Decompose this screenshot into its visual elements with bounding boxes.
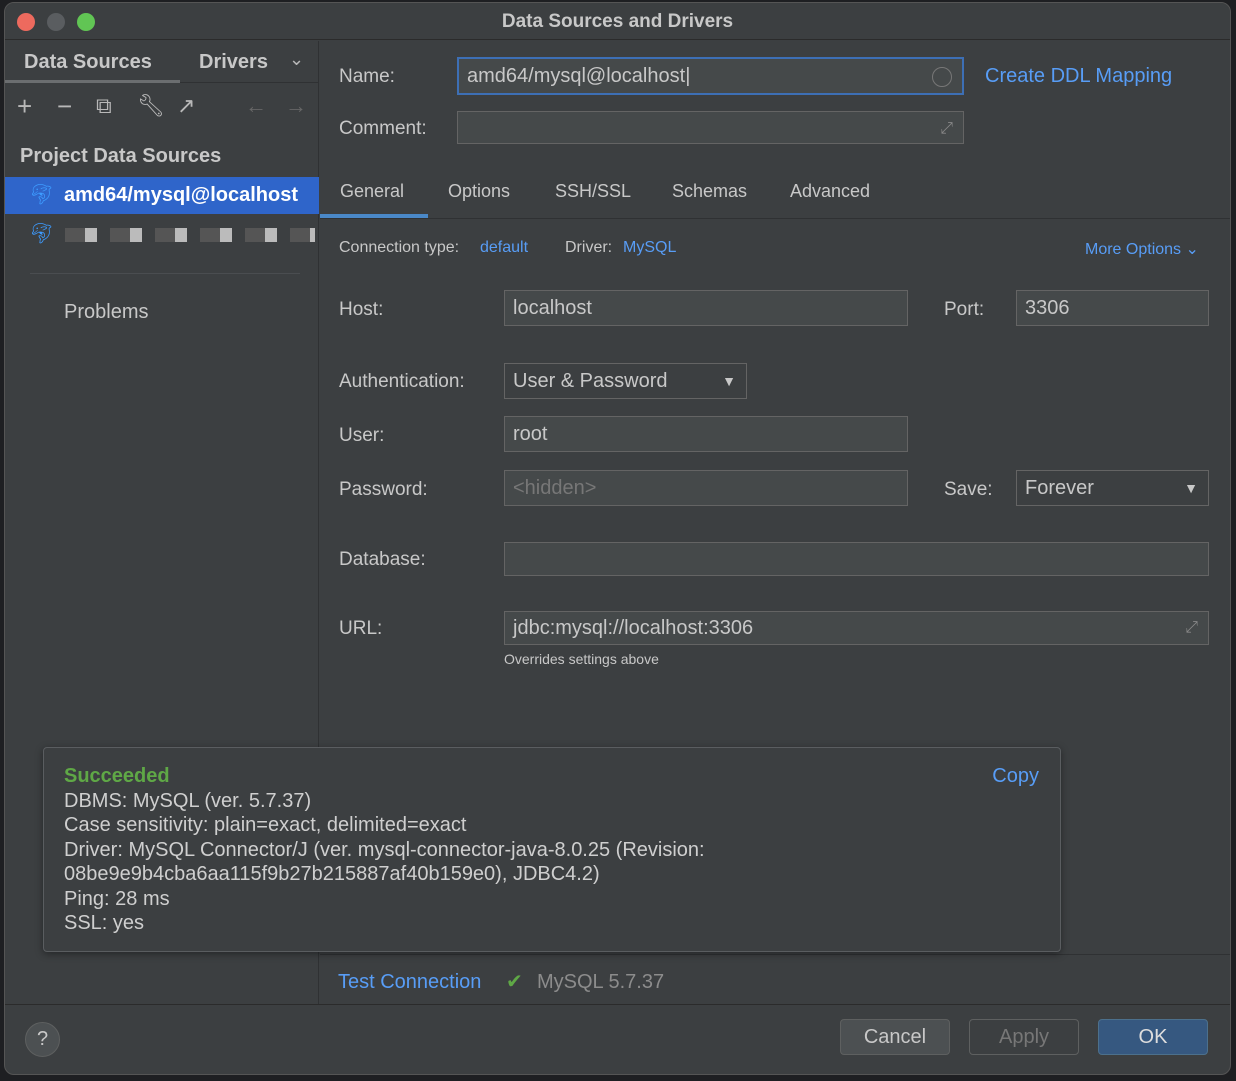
test-result-popup: Succeeded Copy DBMS: MySQL (ver. 5.7.37)… bbox=[43, 747, 1061, 952]
popup-line: Ping: 28 ms bbox=[64, 887, 170, 910]
back-arrow-icon[interactable]: ← bbox=[245, 93, 267, 119]
url-hint: Overrides settings above bbox=[504, 651, 659, 667]
cancel-button[interactable]: Cancel bbox=[840, 1019, 950, 1055]
popup-line: Driver: MySQL Connector/J (ver. mysql-co… bbox=[64, 838, 705, 861]
more-options-link[interactable]: More Options ⌄ bbox=[1085, 239, 1199, 259]
tab-options[interactable]: Options bbox=[448, 181, 510, 202]
problems-item[interactable]: Problems bbox=[64, 301, 148, 324]
connection-type-label: Connection type: bbox=[339, 239, 460, 256]
expand-icon[interactable]: ⤢ bbox=[940, 112, 953, 146]
dropdown-arrow-icon: ▼ bbox=[1184, 480, 1198, 496]
active-tab-indicator bbox=[5, 80, 180, 83]
minimize-window-button[interactable] bbox=[47, 13, 65, 31]
port-input[interactable]: 3306 bbox=[1016, 290, 1209, 326]
clear-circle-icon[interactable] bbox=[932, 67, 952, 87]
forward-arrow-icon[interactable]: → bbox=[285, 93, 307, 119]
help-button[interactable]: ? bbox=[25, 1022, 60, 1057]
apply-button[interactable]: Apply bbox=[969, 1019, 1079, 1055]
host-input[interactable]: localhost bbox=[504, 290, 908, 326]
password-input[interactable]: <hidden> bbox=[504, 470, 908, 506]
maximize-window-button[interactable] bbox=[77, 13, 95, 31]
close-window-button[interactable] bbox=[17, 13, 35, 31]
divider bbox=[30, 273, 300, 274]
database-label: Database: bbox=[339, 549, 426, 570]
tab-advanced[interactable]: Advanced bbox=[790, 181, 870, 202]
test-connection-link[interactable]: Test Connection bbox=[338, 971, 481, 994]
driver-link[interactable]: MySQL bbox=[623, 239, 676, 257]
database-input[interactable] bbox=[504, 542, 1209, 576]
tab-schemas[interactable]: Schemas bbox=[672, 181, 747, 202]
dropdown-arrow-icon: ▼ bbox=[722, 373, 736, 389]
duplicate-icon[interactable]: ⧉ bbox=[96, 93, 112, 119]
add-icon[interactable]: + bbox=[17, 91, 32, 122]
tab-ssh-ssl[interactable]: SSH/SSL bbox=[555, 181, 631, 202]
connection-type-link[interactable]: default bbox=[480, 239, 528, 257]
expand-icon[interactable]: ⤢ bbox=[1185, 612, 1198, 644]
test-result: MySQL 5.7.37 bbox=[537, 971, 665, 993]
url-input[interactable]: jdbc:mysql://localhost:3306 ⤢ bbox=[504, 611, 1209, 645]
remove-icon[interactable]: − bbox=[57, 91, 72, 122]
comment-input[interactable]: ⤢ bbox=[457, 111, 964, 144]
status-succeeded: Succeeded bbox=[64, 765, 170, 787]
save-label: Save: bbox=[944, 479, 993, 500]
mysql-dolphin-icon: 🐬︎ bbox=[29, 184, 55, 206]
password-label: Password: bbox=[339, 479, 428, 500]
window-title: Data Sources and Drivers bbox=[501, 11, 734, 32]
datasource-item[interactable]: 🐬︎ bbox=[5, 216, 319, 253]
divider bbox=[5, 1004, 1230, 1005]
divider bbox=[320, 954, 1230, 955]
title-bar: Data Sources and Drivers bbox=[5, 3, 1230, 40]
tab-data-sources[interactable]: Data Sources bbox=[24, 51, 152, 74]
divider bbox=[320, 218, 1230, 219]
check-icon: ✔ bbox=[506, 971, 523, 993]
copy-link[interactable]: Copy bbox=[992, 764, 1039, 789]
port-label: Port: bbox=[944, 299, 985, 320]
tab-drivers[interactable]: Drivers bbox=[199, 51, 268, 74]
datasource-item-selected[interactable]: 🐬︎ amd64/mysql@localhost bbox=[5, 177, 319, 214]
url-label: URL: bbox=[339, 618, 383, 639]
driver-label: Driver: bbox=[565, 239, 613, 256]
mysql-dolphin-icon: 🐬︎ bbox=[29, 223, 55, 245]
datasource-label: amd64/mysql@localhost bbox=[64, 184, 299, 206]
tab-general[interactable]: General bbox=[340, 181, 404, 202]
user-label: User: bbox=[339, 425, 385, 446]
export-icon[interactable]: ↗ bbox=[177, 93, 195, 119]
wrench-icon[interactable]: 🔧︎ bbox=[137, 93, 165, 119]
authentication-label: Authentication: bbox=[339, 371, 465, 392]
popup-line: SSL: yes bbox=[64, 912, 145, 934]
name-label: Name: bbox=[339, 66, 395, 87]
popup-line: 08be9e9b4cba6aa115f9b27b215887af40b159e0… bbox=[64, 863, 600, 885]
popup-line: DBMS: MySQL (ver. 5.7.37) bbox=[64, 789, 312, 812]
ok-button[interactable]: OK bbox=[1098, 1019, 1208, 1055]
section-title: Project Data Sources bbox=[20, 145, 222, 167]
save-dropdown[interactable]: Forever ▼ bbox=[1016, 470, 1209, 506]
user-input[interactable]: root bbox=[504, 416, 908, 452]
divider bbox=[180, 82, 319, 83]
name-input[interactable]: amd64/mysql@localhost| bbox=[457, 57, 964, 95]
chevron-down-icon[interactable]: ⌄ bbox=[289, 49, 304, 70]
popup-line: Case sensitivity: plain=exact, delimited… bbox=[64, 814, 467, 836]
create-ddl-mapping-link[interactable]: Create DDL Mapping bbox=[985, 65, 1172, 88]
host-label: Host: bbox=[339, 299, 384, 320]
authentication-dropdown[interactable]: User & Password ▼ bbox=[504, 363, 747, 399]
comment-label: Comment: bbox=[339, 118, 427, 139]
redacted-label bbox=[65, 228, 315, 242]
